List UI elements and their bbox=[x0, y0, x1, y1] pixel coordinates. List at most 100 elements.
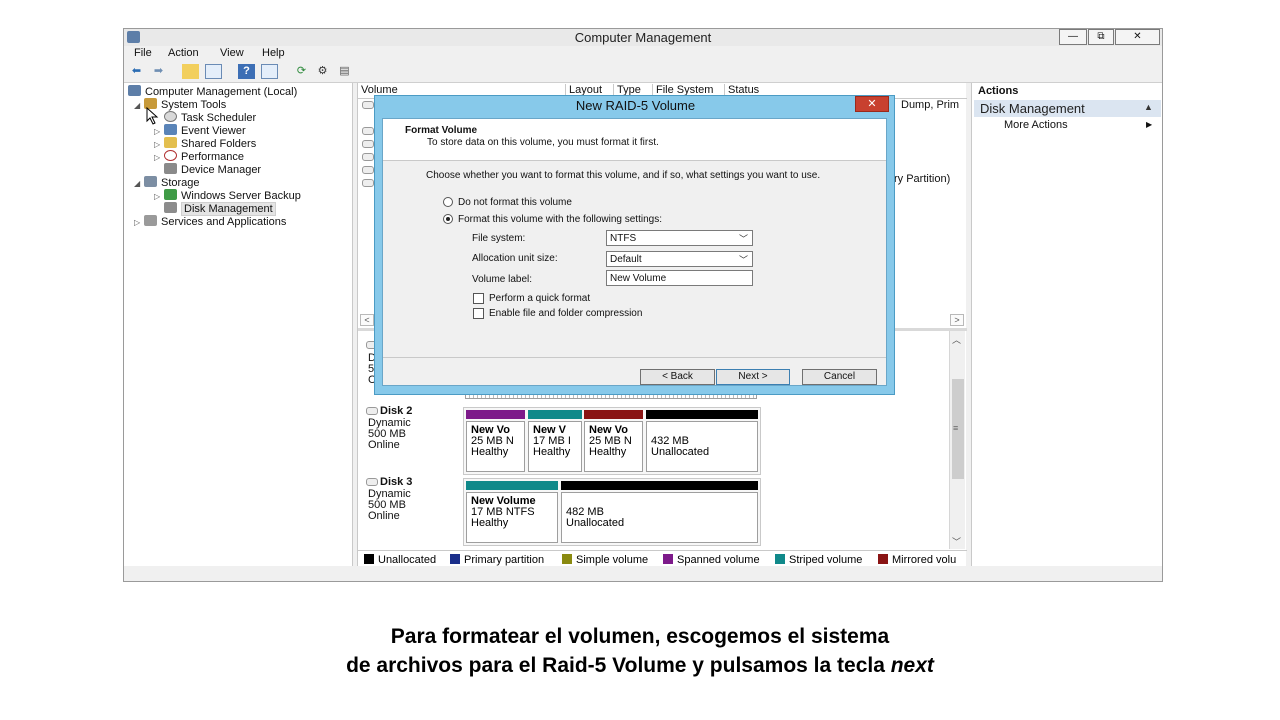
more-actions-item[interactable]: More Actions ▶ bbox=[974, 119, 1161, 133]
partition-info: New Volume 17 MB NTFS Healthy bbox=[466, 492, 558, 543]
refresh-icon[interactable]: ⟳ bbox=[293, 64, 310, 79]
tree-item-services-and-applications[interactable]: ▷ Services and Applications bbox=[134, 215, 286, 228]
tree-item-label: Shared Folders bbox=[181, 138, 257, 150]
volume-label-label: Volume label: bbox=[472, 274, 533, 285]
dialog-title: New RAID-5 Volume bbox=[575, 98, 696, 113]
menu-action[interactable]: Action bbox=[168, 47, 199, 59]
cancel-button[interactable]: Cancel bbox=[802, 369, 877, 385]
back-arrow-icon[interactable]: ⬅ bbox=[128, 64, 145, 79]
settings-icon[interactable]: ⚙ bbox=[314, 64, 331, 79]
help-icon[interactable]: ? bbox=[238, 64, 255, 79]
tree-item-disk-management[interactable]: Disk Management bbox=[154, 202, 276, 216]
partition-block[interactable]: 482 MB Unallocated bbox=[561, 481, 758, 543]
window-title: Computer Management bbox=[574, 30, 712, 45]
show-hide-tree-icon[interactable] bbox=[205, 64, 222, 79]
restore-button[interactable]: ⧉ bbox=[1088, 29, 1114, 45]
partition-block[interactable]: 432 MB Unallocated bbox=[646, 410, 758, 472]
tree-item-label: Event Viewer bbox=[181, 125, 246, 137]
back-button[interactable]: < Back bbox=[640, 369, 715, 385]
forward-arrow-icon[interactable]: ➡ bbox=[150, 64, 167, 79]
radio-format-label[interactable]: Format this volume with the following se… bbox=[458, 214, 662, 225]
event-viewer-icon bbox=[164, 124, 177, 135]
volume-row-icon bbox=[362, 153, 374, 161]
collapse-arrow-icon[interactable]: ◢ bbox=[134, 179, 144, 188]
menu-file[interactable]: File bbox=[134, 47, 152, 59]
legend-label: Primary partition bbox=[464, 554, 545, 566]
device-manager-icon bbox=[164, 163, 177, 174]
tree-item-task-scheduler[interactable]: Task Scheduler bbox=[154, 111, 256, 124]
dialog-body: Format Volume To store data on this volu… bbox=[382, 118, 887, 386]
tree-item-shared-folders[interactable]: ▷ Shared Folders bbox=[154, 137, 256, 150]
partition-block[interactable]: New Vo 25 MB N Healthy bbox=[466, 410, 525, 472]
collapse-arrow-icon[interactable]: ◢ bbox=[134, 101, 144, 110]
close-window-button[interactable]: ✕ bbox=[1115, 29, 1160, 45]
tree-item-performance[interactable]: ▷ Performance bbox=[154, 150, 244, 163]
partition-block[interactable]: New Volume 17 MB NTFS Healthy bbox=[466, 481, 558, 543]
legend-swatch bbox=[364, 554, 374, 564]
slide-caption: Para formatear el volumen, escogemos el … bbox=[0, 622, 1280, 680]
legend-item: Mirrored volu bbox=[878, 554, 956, 566]
volume-row-partial-text: ry Partition) bbox=[894, 173, 951, 185]
legend-label: Simple volume bbox=[576, 554, 649, 566]
collapse-caret-icon[interactable]: ▲ bbox=[1144, 102, 1153, 112]
vertical-scrollbar[interactable]: ︿ ≡ ﹀ bbox=[949, 331, 965, 549]
actions-section-disk-management[interactable]: Disk Management ▲ bbox=[974, 100, 1161, 117]
partition-info: 482 MB Unallocated bbox=[561, 492, 758, 543]
actions-section-label: Disk Management bbox=[980, 101, 1085, 116]
services-icon bbox=[144, 215, 157, 226]
performance-icon bbox=[164, 150, 177, 161]
tree-item-device-manager[interactable]: Device Manager bbox=[154, 163, 261, 176]
quick-format-label[interactable]: Perform a quick format bbox=[489, 293, 590, 304]
minimize-button[interactable]: — bbox=[1059, 29, 1087, 45]
tree-item-computer-management[interactable]: Computer Management (Local) bbox=[128, 85, 297, 98]
menu-help[interactable]: Help bbox=[262, 47, 285, 59]
scroll-right-button[interactable]: > bbox=[950, 314, 964, 326]
tree-item-event-viewer[interactable]: ▷ Event Viewer bbox=[154, 124, 246, 137]
partition-info: 432 MB Unallocated bbox=[646, 421, 758, 472]
radio-format[interactable] bbox=[443, 214, 453, 224]
actions-pane: Actions Disk Management ▲ More Actions ▶ bbox=[971, 83, 1162, 566]
next-button[interactable]: Next > bbox=[716, 369, 790, 385]
expand-arrow-icon[interactable]: ▷ bbox=[154, 140, 164, 149]
volume-row-icon bbox=[362, 127, 374, 135]
legend-label: Unallocated bbox=[378, 554, 437, 566]
backup-icon bbox=[164, 189, 177, 200]
file-system-value: NTFS bbox=[610, 233, 637, 244]
volume-row-icon bbox=[362, 179, 374, 187]
scroll-left-button[interactable]: < bbox=[360, 314, 374, 326]
partition-color-bar bbox=[646, 410, 758, 419]
quick-format-checkbox[interactable] bbox=[473, 293, 484, 304]
menu-view[interactable]: View bbox=[220, 47, 244, 59]
legend-item: Striped volume bbox=[775, 554, 862, 566]
folder-up-icon[interactable] bbox=[182, 64, 199, 79]
disk-icon[interactable]: ▤ bbox=[336, 64, 353, 79]
file-system-select[interactable]: NTFS ﹀ bbox=[606, 230, 753, 246]
disk3-name: Disk 3 bbox=[380, 476, 413, 488]
tree-item-label: Windows Server Backup bbox=[181, 190, 301, 202]
dialog-close-button[interactable]: ✕ bbox=[855, 96, 889, 112]
partition-block[interactable]: New Vo 25 MB N Healthy bbox=[584, 410, 643, 472]
allocation-unit-select[interactable]: Default ﹀ bbox=[606, 251, 753, 267]
scroll-up-arrow-icon[interactable]: ︿ bbox=[952, 333, 961, 346]
partition-block[interactable]: New V 17 MB I Healthy bbox=[528, 410, 582, 472]
properties-pane-icon[interactable] bbox=[261, 64, 278, 79]
expand-arrow-icon[interactable]: ▷ bbox=[154, 192, 164, 201]
compression-checkbox[interactable] bbox=[473, 308, 484, 319]
scroll-down-arrow-icon[interactable]: ﹀ bbox=[952, 535, 961, 548]
radio-do-not-format-label[interactable]: Do not format this volume bbox=[458, 197, 572, 208]
partition-color-bar bbox=[466, 481, 558, 490]
caption-line-2-text: de archivos para el Raid-5 Volume y puls… bbox=[346, 654, 891, 677]
radio-do-not-format[interactable] bbox=[443, 197, 453, 207]
compression-label[interactable]: Enable file and folder compression bbox=[489, 308, 642, 319]
expand-arrow-icon[interactable]: ▷ bbox=[154, 153, 164, 162]
expand-arrow-icon[interactable]: ▷ bbox=[134, 218, 144, 227]
expand-arrow-icon[interactable]: ▷ bbox=[154, 127, 164, 136]
tree-item-storage[interactable]: ◢ Storage bbox=[134, 176, 200, 189]
computer-icon bbox=[128, 85, 141, 96]
tree-item-label: Disk Management bbox=[181, 202, 276, 216]
volume-label-input[interactable]: New Volume bbox=[606, 270, 753, 286]
clock-icon bbox=[164, 111, 177, 122]
tree-item-label: Services and Applications bbox=[161, 216, 287, 228]
legend-bar: Unallocated Primary partition Simple vol… bbox=[358, 550, 967, 566]
tree-item-windows-server-backup[interactable]: ▷ Windows Server Backup bbox=[154, 189, 301, 202]
